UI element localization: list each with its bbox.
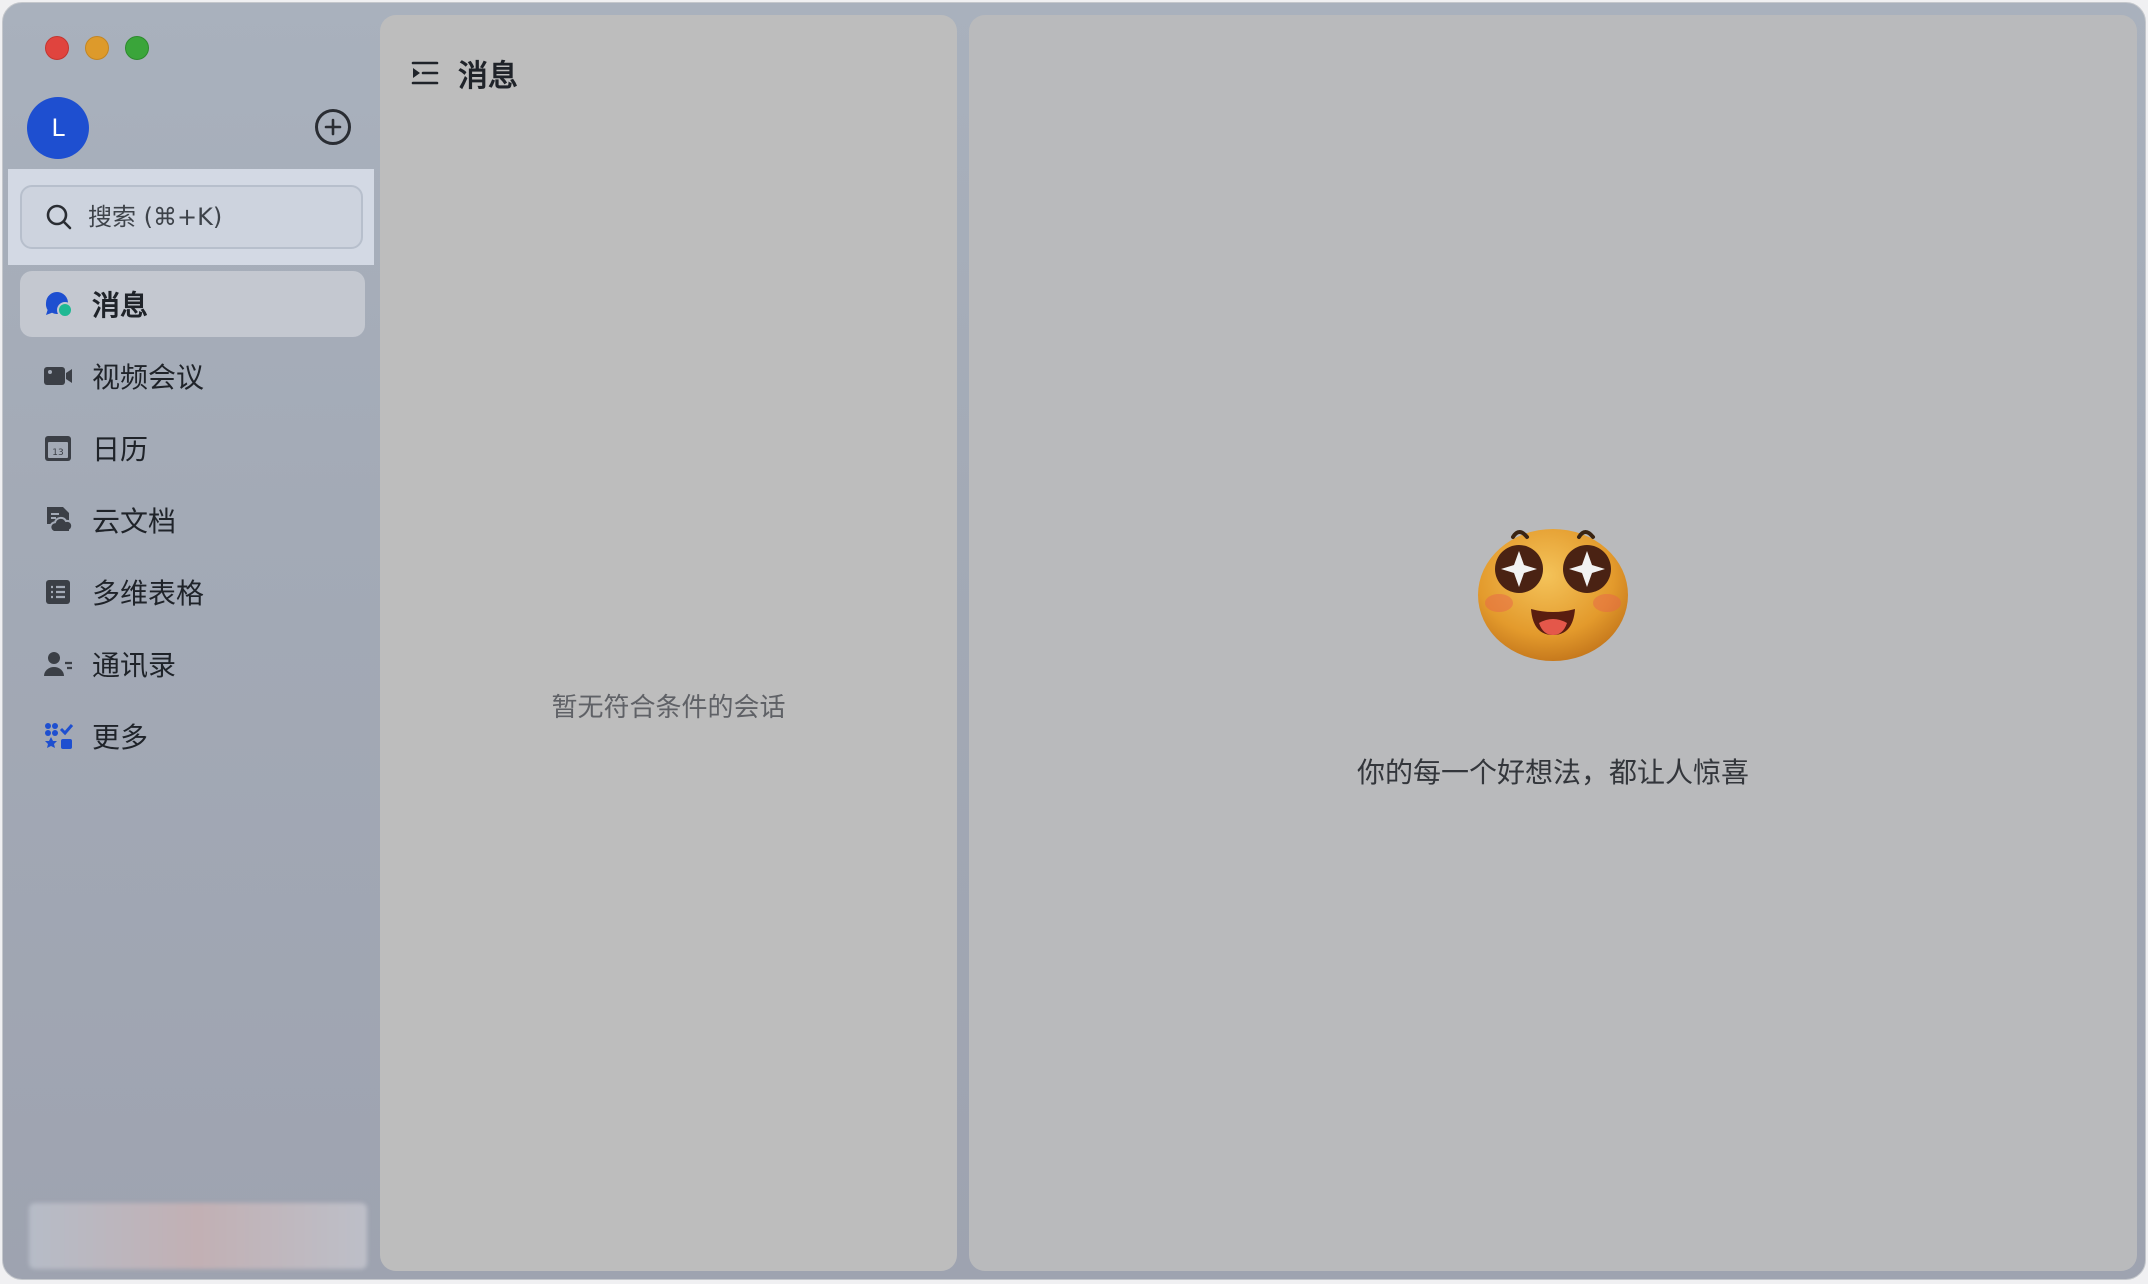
user-avatar[interactable]: L xyxy=(27,97,89,159)
sidebar-item-cloud-docs[interactable]: 云文档 xyxy=(20,487,365,553)
sidebar-item-label: 多维表格 xyxy=(92,577,205,610)
sidebar-item-contacts[interactable]: 通讯录 xyxy=(20,631,365,697)
search-input[interactable] xyxy=(88,203,348,231)
sidebar-item-label: 消息 xyxy=(92,289,149,322)
conversation-list-panel: 消息 暂无符合条件的会话 xyxy=(380,15,957,1271)
minimize-window-button[interactable] xyxy=(85,36,109,60)
close-window-button[interactable] xyxy=(45,36,69,60)
sidebar-item-more[interactable]: 更多 xyxy=(20,703,365,769)
add-button[interactable] xyxy=(315,109,351,145)
list-header: 消息 xyxy=(410,51,518,95)
sidebar-item-label: 更多 xyxy=(92,721,149,754)
table-grid-icon xyxy=(42,576,74,608)
sidebar-item-calendar[interactable]: 13 日历 xyxy=(20,415,365,481)
sidebar-item-label: 通讯录 xyxy=(92,649,177,682)
cloud-doc-icon xyxy=(42,504,74,536)
maximize-window-button[interactable] xyxy=(125,36,149,60)
sidebar-item-label: 视频会议 xyxy=(92,361,205,394)
sidebar-item-label: 日历 xyxy=(92,433,149,466)
sidebar-nav: 消息 视频会议 13 日历 云文档 多维表格 通讯录 更多 xyxy=(20,271,365,775)
avatar-letter: L xyxy=(51,114,65,142)
main-content-panel: 你的每一个好想法，都让人惊喜 xyxy=(969,15,2137,1271)
sidebar-item-bitable[interactable]: 多维表格 xyxy=(20,559,365,625)
empty-state-text: 暂无符合条件的会话 xyxy=(551,693,786,723)
sidebar-item-label: 云文档 xyxy=(92,505,177,538)
app-window: L 消息 视频会议 13 日历 xyxy=(2,2,2146,1280)
sidebar-item-video-meeting[interactable]: 视频会议 xyxy=(20,343,365,409)
message-icon xyxy=(42,288,74,320)
collapse-list-icon[interactable] xyxy=(410,58,440,88)
plus-icon xyxy=(324,118,342,136)
apps-grid-icon xyxy=(42,720,74,752)
sidebar-footer-banner[interactable] xyxy=(29,1203,367,1269)
video-camera-icon xyxy=(42,360,74,392)
search-box[interactable] xyxy=(20,185,363,249)
sparkle-eyes-emoji-icon xyxy=(1475,515,1631,665)
calendar-day-number: 13 xyxy=(52,448,63,458)
search-area xyxy=(8,169,374,265)
search-icon xyxy=(46,204,72,230)
traffic-lights xyxy=(45,36,149,60)
welcome-text: 你的每一个好想法，都让人惊喜 xyxy=(1356,756,1749,789)
calendar-icon: 13 xyxy=(42,432,74,464)
page-title: 消息 xyxy=(458,59,518,94)
sidebar-item-messages[interactable]: 消息 xyxy=(20,271,365,337)
contacts-icon xyxy=(42,648,74,680)
